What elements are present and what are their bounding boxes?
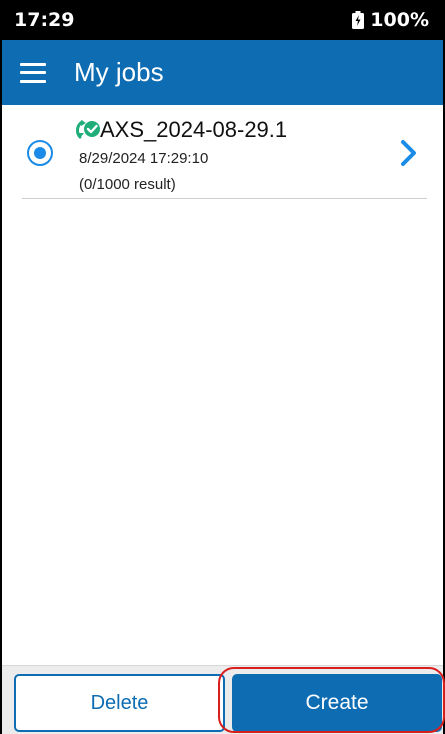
sync-check-icon <box>75 120 100 139</box>
page-title: My jobs <box>74 57 164 87</box>
create-button[interactable]: Create <box>232 674 442 732</box>
bottom-action-bar: Delete Create <box>2 665 445 734</box>
delete-button[interactable]: Delete <box>14 674 225 732</box>
app-bar: My jobs <box>2 40 443 105</box>
battery-indicator: 100% <box>352 9 429 31</box>
job-select-radio[interactable] <box>27 140 53 166</box>
battery-charging-icon <box>352 11 365 29</box>
chevron-right-icon[interactable] <box>399 139 419 167</box>
job-list: AXS_2024-08-29.1 8/29/2024 17:29:10 (0/1… <box>2 105 443 199</box>
app-screen: 17:29 100% My jobs AXS_2024-08-29.1 8/29… <box>0 0 445 734</box>
hamburger-menu-icon[interactable] <box>20 62 46 83</box>
job-name: AXS_2024-08-29.1 <box>100 117 288 142</box>
job-result-count: (0/1000 result) <box>79 176 176 193</box>
battery-percent: 100% <box>370 9 429 31</box>
status-time: 17:29 <box>14 9 75 31</box>
job-list-item[interactable]: AXS_2024-08-29.1 8/29/2024 17:29:10 (0/1… <box>22 105 427 199</box>
job-date: 8/29/2024 17:29:10 <box>79 150 209 167</box>
status-bar: 17:29 100% <box>2 0 443 40</box>
